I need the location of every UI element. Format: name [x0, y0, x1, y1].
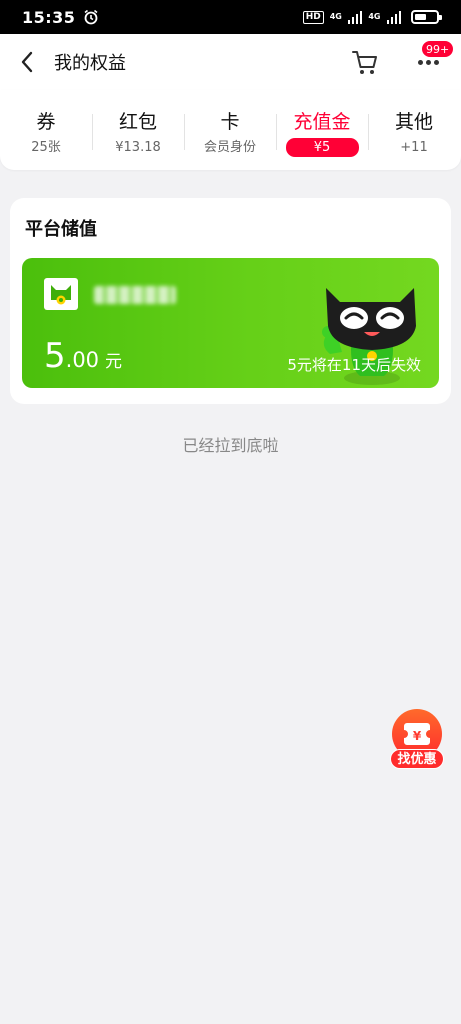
cart-button[interactable]	[350, 47, 380, 77]
balance-amount: 5.00 元	[44, 336, 122, 376]
signal-icon	[347, 10, 363, 24]
stored-value-section: 平台储值 5.00 元 5元将在11天后失效	[10, 198, 451, 404]
tab-label: 其他	[394, 111, 433, 133]
tab-label: 卡	[220, 111, 240, 133]
network-label: 4G	[329, 12, 342, 21]
tab-label: 红包	[118, 111, 157, 133]
balance-integer: 5	[44, 336, 66, 376]
tab-other[interactable]: 其他 +11	[368, 90, 460, 170]
status-bar: 15:35 HD 4G 4G	[0, 0, 461, 34]
hd-badge: HD	[302, 10, 324, 24]
balance-decimal: .00	[65, 348, 100, 372]
battery-icon	[411, 10, 442, 24]
status-time: 15:35	[22, 7, 76, 27]
tab-cards[interactable]: 卡 会员身份	[184, 90, 276, 170]
cart-icon	[352, 51, 377, 74]
find-deals-button[interactable]: ¥ 找优惠	[390, 709, 444, 771]
tab-sub: 25张	[31, 140, 61, 155]
tab-red-packets[interactable]: 红包 ¥13.18	[92, 90, 184, 170]
page-title: 我的权益	[54, 53, 126, 74]
balance-unit: 元	[105, 352, 123, 372]
stored-value-card[interactable]: 5.00 元 5元将在11天后失效	[22, 258, 439, 388]
alarm-icon	[84, 9, 98, 25]
network-label: 4G	[368, 12, 381, 21]
merchant-name-blurred	[94, 286, 176, 304]
more-button[interactable]: 99+	[412, 40, 455, 78]
benefit-tabs: 券 25张 红包 ¥13.18 卡 会员身份 充值金 ¥5 其他 +11	[0, 90, 461, 170]
more-icon	[418, 60, 439, 65]
tab-label: 券	[36, 111, 56, 133]
find-deals-label: 找优惠	[390, 749, 444, 769]
tab-sub: 会员身份	[203, 140, 256, 155]
tab-coupons[interactable]: 券 25张	[0, 90, 92, 170]
tab-sub: ¥13.18	[115, 140, 161, 155]
expire-note: 5元将在11天后失效	[287, 356, 421, 374]
tab-sub: +11	[400, 140, 428, 155]
section-title: 平台储值	[25, 219, 97, 240]
tab-sub-badge: ¥5	[285, 138, 359, 157]
back-arrow-icon	[21, 51, 33, 73]
tmall-logo-icon	[44, 278, 78, 310]
top-nav-bar: 我的权益 99+	[0, 34, 461, 90]
end-of-list-text: 已经拉到底啦	[182, 436, 279, 455]
svg-text:¥: ¥	[413, 729, 422, 743]
back-button[interactable]	[0, 34, 54, 90]
tab-top-up-credit[interactable]: 充值金 ¥5	[276, 90, 368, 170]
tab-label: 充值金	[293, 111, 351, 133]
signal-icon	[386, 10, 401, 24]
message-badge: 99+	[421, 40, 455, 58]
